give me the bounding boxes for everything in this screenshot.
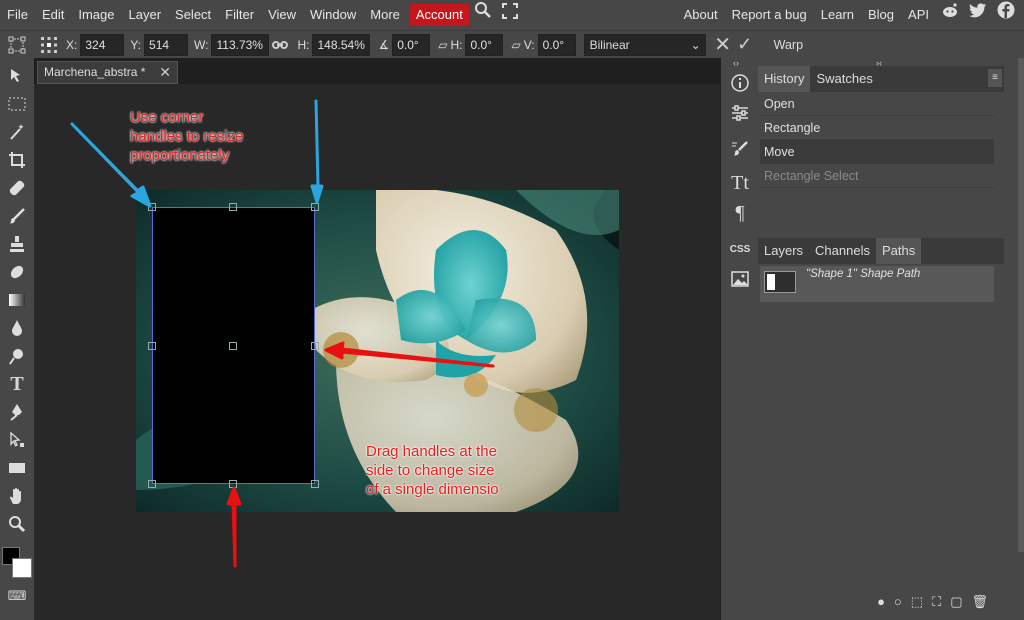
stroke-path-icon[interactable]: ○ <box>894 594 902 610</box>
menu-learn[interactable]: Learn <box>814 0 861 30</box>
fill-path-icon[interactable]: ● <box>877 594 885 610</box>
image-icon[interactable] <box>726 266 754 292</box>
panel-scrollbar[interactable] <box>1018 58 1024 552</box>
selection-to-path-icon[interactable]: ⛶ <box>932 594 941 610</box>
reddit-icon[interactable] <box>936 0 964 30</box>
delete-path-icon[interactable]: 🗑 <box>971 594 988 610</box>
adjustments-icon[interactable] <box>726 100 754 126</box>
paragraph-icon[interactable]: ¶ <box>726 200 754 226</box>
tab-swatches[interactable]: Swatches <box>810 66 878 92</box>
annotation-corner-handles: Use corner handles to resize proportiona… <box>130 109 244 164</box>
character-icon[interactable]: Tt <box>726 170 754 196</box>
menu-api[interactable]: API <box>901 0 936 30</box>
tab-channels[interactable]: Channels <box>809 238 876 264</box>
history-item-selected[interactable]: Move <box>760 140 994 164</box>
path-name: "Shape 1" Shape Path <box>806 268 921 280</box>
facebook-icon[interactable] <box>992 0 1020 30</box>
panel-menu-icon[interactable]: ≡ <box>988 69 1002 87</box>
history-item[interactable]: Rectangle <box>760 116 994 140</box>
warp-button[interactable]: Warp <box>774 38 803 52</box>
annotation-arrows <box>70 99 495 568</box>
tab-layers[interactable]: Layers <box>758 238 809 264</box>
css-icon[interactable]: CSS <box>726 236 754 262</box>
history-item[interactable]: Open <box>760 92 994 116</box>
commit-transform-icon[interactable]: ✓ <box>734 34 756 56</box>
menu-blog[interactable]: Blog <box>861 0 901 30</box>
path-row[interactable]: "Shape 1" Shape Path <box>760 266 994 302</box>
new-path-icon[interactable]: ▢ <box>950 594 962 610</box>
layers-panel-tabs: Layers Channels Paths <box>758 238 1004 264</box>
panel-icon-column: ‹› Tt ¶ CSS <box>721 58 758 620</box>
right-panels: ›‹ History Swatches ≡ Open Rectangle Mov… <box>758 58 1004 620</box>
twitter-icon[interactable] <box>964 0 992 30</box>
paths-panel-actions: ● ○ ⬚ ⛶ ▢ 🗑 <box>877 594 988 610</box>
tab-paths[interactable]: Paths <box>875 238 922 264</box>
collapse-arrows-icon[interactable]: ‹› <box>733 58 739 68</box>
menu-report-bug[interactable]: Report a bug <box>725 0 814 30</box>
path-to-selection-icon[interactable]: ⬚ <box>911 594 923 610</box>
history-panel-tabs: History Swatches ≡ <box>758 66 1004 92</box>
history-item-dimmed[interactable]: Rectangle Select <box>760 164 994 188</box>
annotation-side-handles: Drag handles at the side to change size … <box>366 443 499 498</box>
path-thumbnail <box>764 271 796 293</box>
brush-settings-icon[interactable] <box>726 136 754 162</box>
tab-history[interactable]: History <box>758 66 811 92</box>
info-icon[interactable] <box>726 70 754 96</box>
